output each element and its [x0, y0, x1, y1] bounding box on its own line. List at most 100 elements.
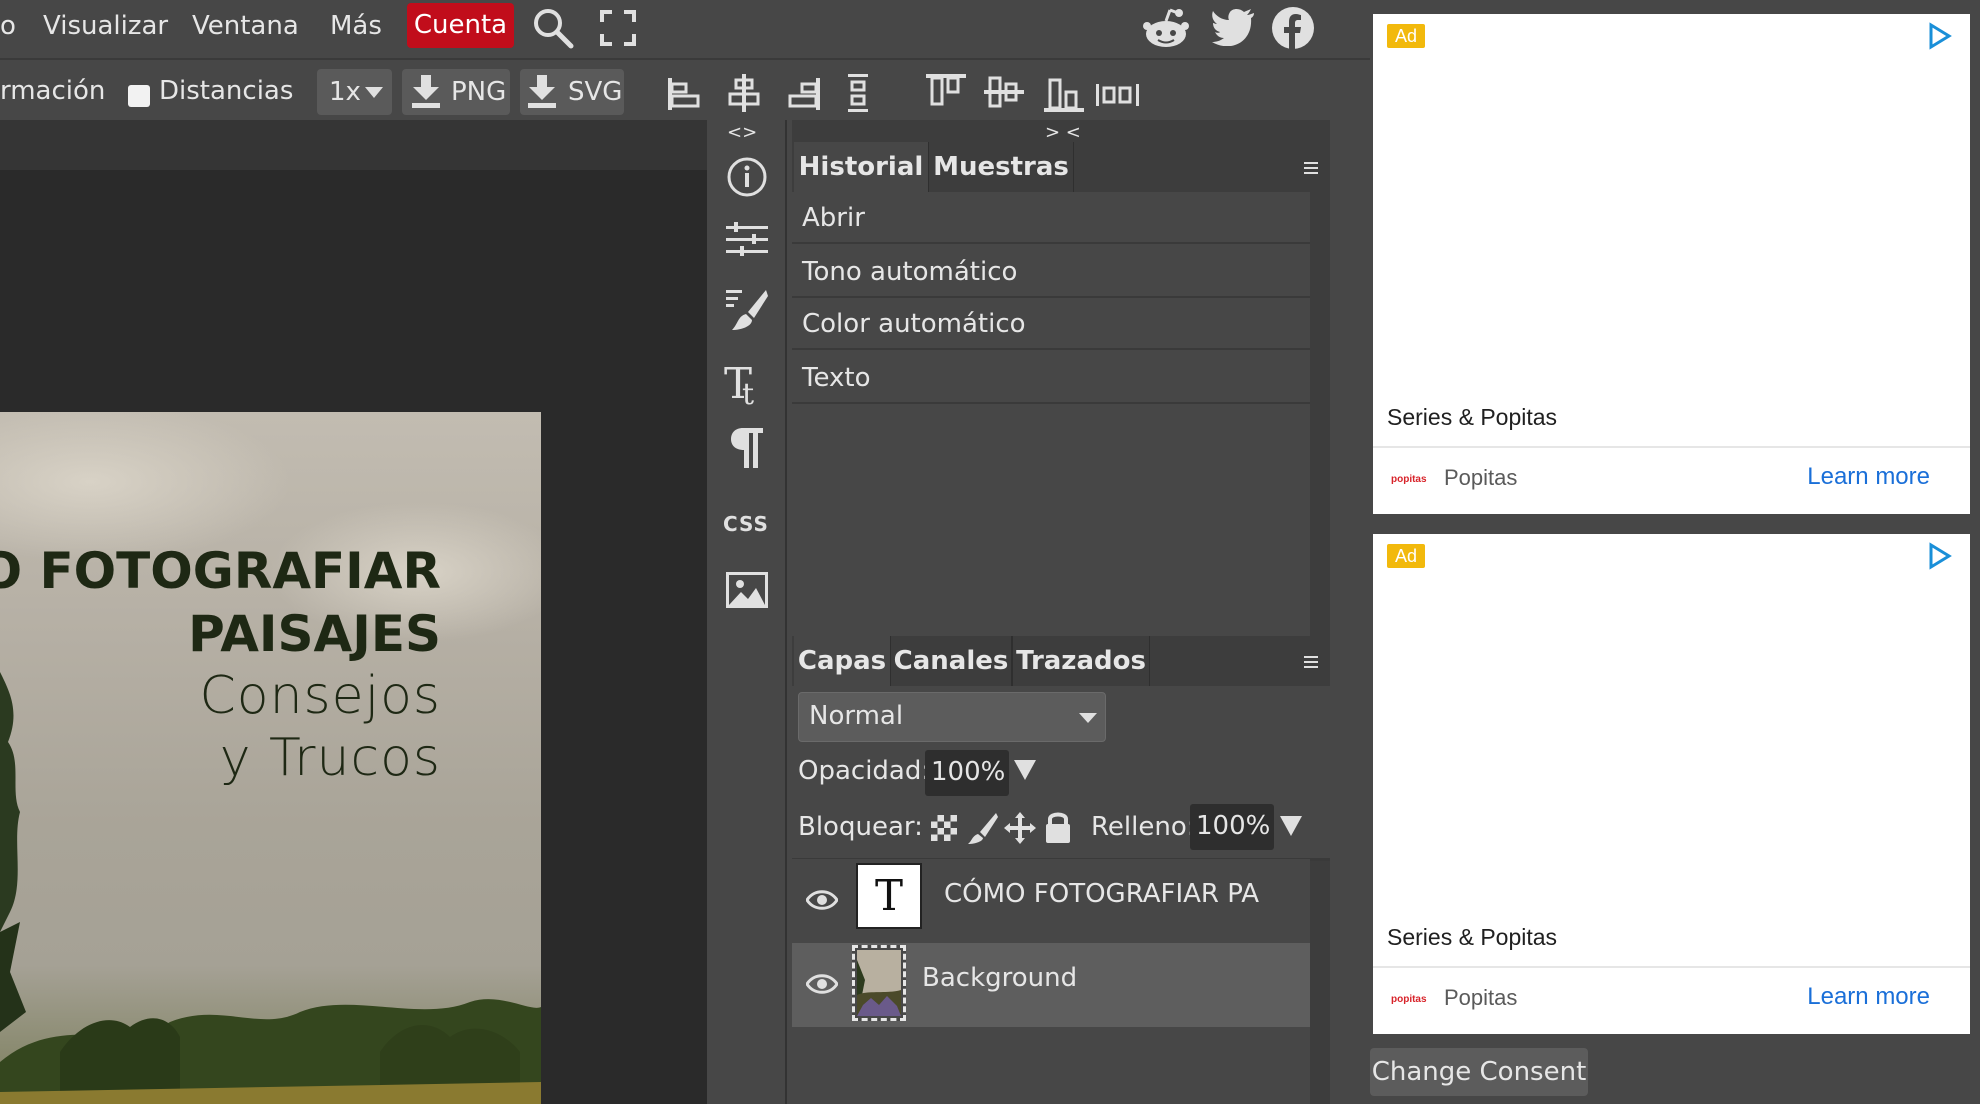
align-top-icon[interactable] — [926, 74, 966, 106]
lock-transparency-icon[interactable] — [930, 814, 958, 842]
adchoices-icon[interactable] — [1928, 22, 1952, 50]
menu-ventana[interactable]: Ventana — [192, 10, 299, 42]
menu-visualizar[interactable]: Visualizar — [43, 10, 168, 42]
brush-settings-icon[interactable] — [726, 288, 768, 332]
ad-footer: popitas Popitas Learn more — [1373, 446, 1970, 512]
advertiser-logo: popitas — [1391, 994, 1427, 1005]
history-entry[interactable]: Color automático — [792, 298, 1310, 350]
align-right-icon[interactable] — [786, 76, 822, 112]
document-title-line2: PAISAJES — [188, 605, 441, 663]
layer-row-background[interactable]: Background — [792, 943, 1310, 1027]
layer-row-text[interactable]: T CÓMO FOTOGRAFIAR PA — [792, 859, 1310, 943]
ad-badge: Ad — [1387, 544, 1425, 568]
collapse-right-toggle[interactable]: > < — [1045, 122, 1081, 143]
align-center-h-icon[interactable] — [726, 74, 762, 112]
tab-historial[interactable]: Historial — [794, 142, 928, 192]
reddit-icon[interactable] — [1143, 6, 1189, 50]
search-icon[interactable] — [531, 6, 575, 50]
twitter-icon[interactable] — [1211, 8, 1255, 46]
opacity-field[interactable]: 100% — [925, 750, 1009, 796]
download-icon — [412, 75, 440, 108]
document-subtitle-line1: Consejos — [199, 666, 441, 726]
lock-pixels-icon[interactable] — [968, 812, 998, 844]
opacity-label: Opacidad: — [798, 756, 931, 786]
tab-capas[interactable]: Capas — [794, 636, 890, 686]
layer-name[interactable]: Background — [922, 963, 1077, 993]
image-icon[interactable] — [726, 572, 768, 608]
layers-scrollbar[interactable] — [1310, 861, 1330, 1104]
tab-canales[interactable]: Canales — [890, 636, 1012, 686]
distances-checkbox[interactable] — [128, 85, 150, 107]
eye-icon[interactable] — [806, 973, 838, 995]
history-entry[interactable]: Texto — [792, 352, 1310, 404]
blend-mode-select[interactable]: Normal — [798, 692, 1106, 742]
panel-menu-icon[interactable] — [1304, 162, 1318, 174]
ad-title[interactable]: Series & Popitas — [1387, 924, 1557, 951]
eye-icon[interactable] — [806, 889, 838, 911]
menu-item-partial[interactable]: o — [0, 10, 16, 42]
learn-more-link[interactable]: Learn more — [1807, 463, 1930, 491]
info-icon[interactable] — [726, 156, 768, 198]
scale-value: 1x — [329, 77, 361, 107]
thumbnail-photo — [857, 950, 901, 1016]
lock-label: Bloquear: — [798, 812, 923, 842]
ad-block-2[interactable]: Ad Series & Popitas popitas Popitas Lear… — [1373, 534, 1970, 1034]
blend-mode-value: Normal — [809, 701, 904, 731]
ad-block-1[interactable]: Ad Series & Popitas popitas Popitas Lear… — [1373, 14, 1970, 514]
align-middle-icon[interactable] — [984, 74, 1024, 110]
layer-name[interactable]: CÓMO FOTOGRAFIAR PA — [944, 879, 1259, 909]
account-button[interactable]: Cuenta — [407, 3, 514, 48]
document-title-line1: O FOTOGRAFIAR — [0, 542, 441, 600]
history-list: Abrir Tono automático Color automático T… — [792, 192, 1330, 636]
lock-all-icon[interactable] — [1044, 810, 1072, 844]
document-subtitle-line2: y Trucos — [219, 728, 441, 788]
menu-mas[interactable]: Más — [330, 10, 382, 42]
character-icon[interactable]: Tt — [724, 360, 770, 406]
history-scrollbar[interactable] — [1310, 192, 1330, 636]
history-entry[interactable]: Abrir — [792, 192, 1310, 244]
layer-thumbnail-text: T — [856, 863, 922, 929]
export-png-button[interactable]: PNG — [402, 69, 510, 115]
scale-select[interactable]: 1x — [317, 69, 392, 115]
fill-label: Relleno: — [1091, 812, 1196, 842]
history-entry[interactable]: Tono automático — [792, 246, 1310, 298]
panel-collapse-bar: > < — [792, 120, 1330, 143]
advertiser-name[interactable]: Popitas — [1444, 985, 1517, 1011]
fullscreen-icon[interactable] — [600, 10, 636, 46]
ad-title[interactable]: Series & Popitas — [1387, 404, 1557, 431]
learn-more-link[interactable]: Learn more — [1807, 983, 1930, 1011]
panels-column: > < Historial Muestras Abrir Tono automá… — [792, 120, 1330, 1104]
css-icon[interactable]: CSS — [723, 512, 769, 536]
export-svg-button[interactable]: SVG — [520, 69, 624, 115]
chevron-down-icon — [365, 87, 383, 98]
lock-position-icon[interactable] — [1004, 812, 1036, 844]
svg-text:t: t — [742, 377, 754, 406]
document-image[interactable]: O FOTOGRAFIAR PAISAJES Consejos y Trucos — [0, 412, 541, 1104]
paragraph-icon[interactable] — [729, 426, 765, 470]
chevron-down-icon — [1079, 713, 1097, 723]
download-icon — [528, 75, 556, 108]
align-left-icon[interactable] — [666, 76, 702, 112]
advertiser-logo: popitas — [1391, 474, 1427, 485]
opacity-dropdown-icon[interactable] — [1014, 760, 1036, 780]
collapse-left-toggle[interactable]: <> — [727, 122, 757, 143]
change-consent-button[interactable]: Change Consent — [1370, 1048, 1588, 1096]
distances-label[interactable]: Distancias — [159, 76, 293, 106]
align-bottom-icon[interactable] — [1044, 76, 1084, 112]
fill-dropdown-icon[interactable] — [1280, 816, 1302, 836]
ad-footer: popitas Popitas Learn more — [1373, 966, 1970, 1032]
distribute-horizontal-icon[interactable] — [1096, 84, 1140, 106]
adjustments-icon[interactable] — [726, 222, 768, 258]
tab-trazados[interactable]: Trazados — [1012, 636, 1150, 686]
tab-muestras[interactable]: Muestras — [928, 142, 1074, 192]
adchoices-icon[interactable] — [1928, 542, 1952, 570]
advertiser-name[interactable]: Popitas — [1444, 465, 1517, 491]
svg-label: SVG — [568, 77, 623, 107]
facebook-icon[interactable] — [1271, 6, 1315, 50]
panel-menu-icon[interactable] — [1304, 656, 1318, 668]
png-label: PNG — [451, 77, 507, 107]
canvas-tab-strip — [0, 120, 707, 170]
fill-field[interactable]: 100% — [1190, 804, 1274, 850]
toolbar-partial-label: rmación — [0, 76, 106, 106]
distribute-vertical-icon[interactable] — [846, 74, 870, 112]
